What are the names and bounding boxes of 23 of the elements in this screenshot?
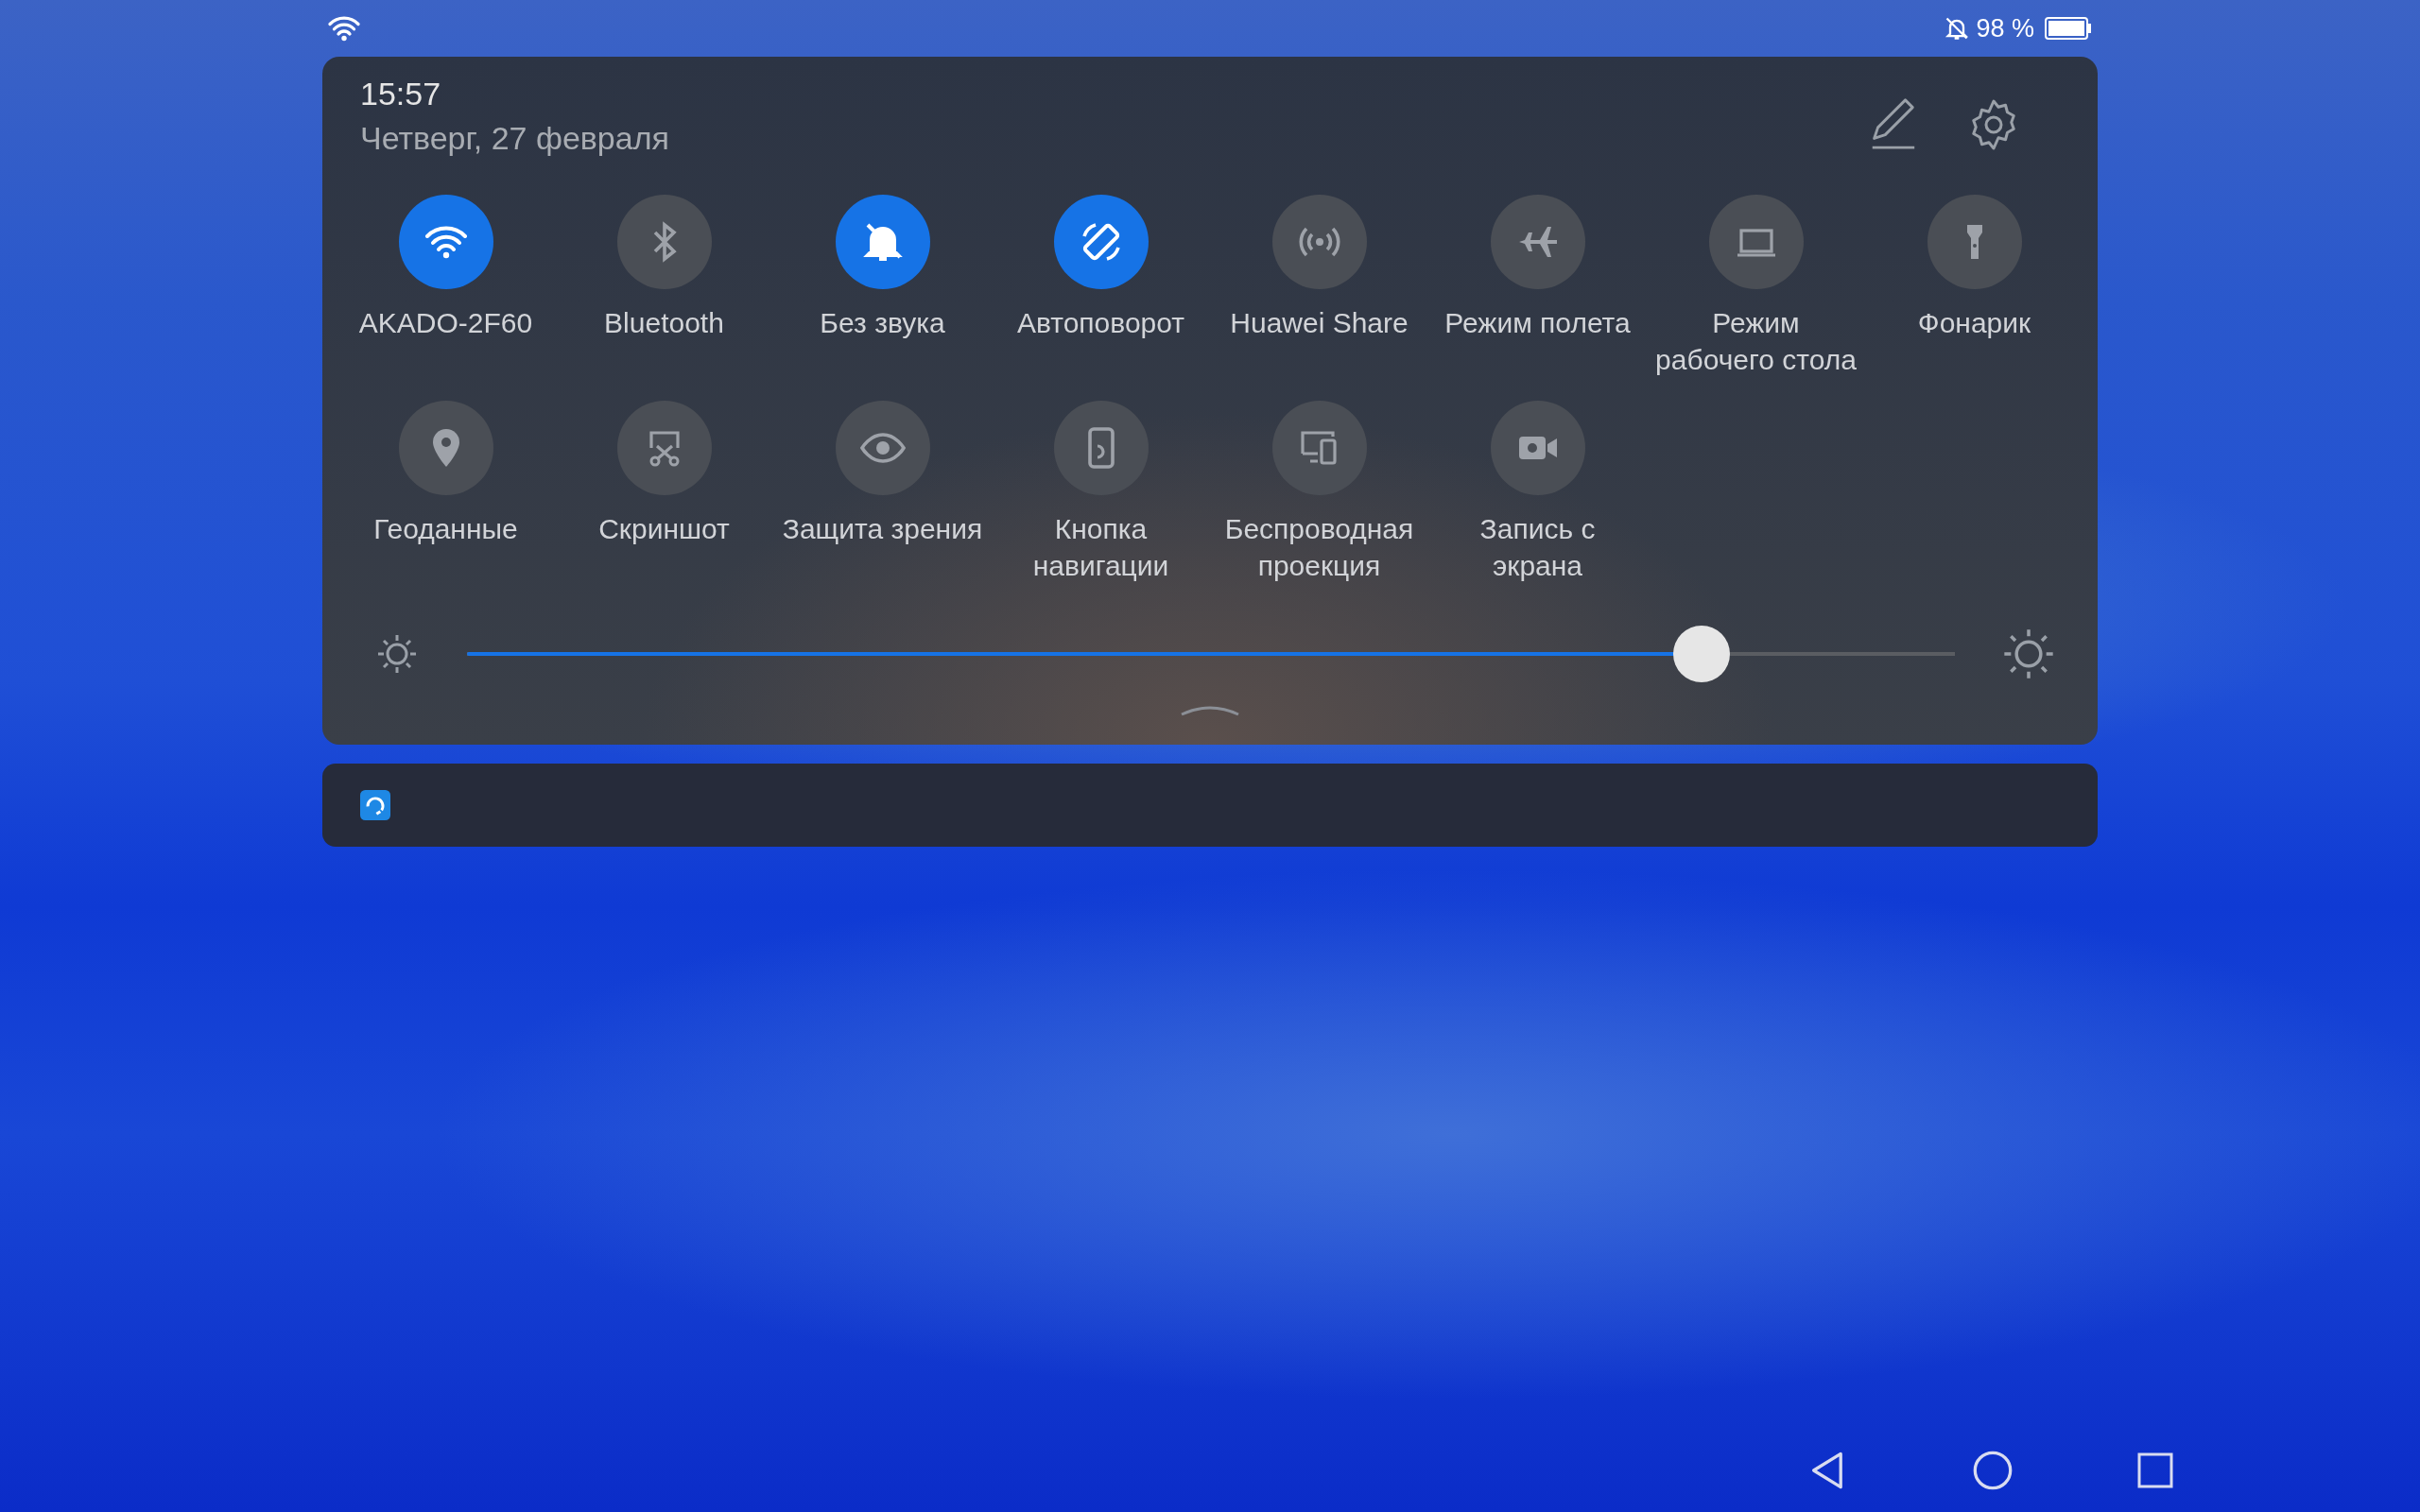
- battery-percentage: 98 %: [1976, 13, 2034, 43]
- app-icon: [360, 790, 390, 820]
- toggle-label: Геоданные: [373, 512, 518, 546]
- toggle-label: Скриншот: [598, 512, 730, 546]
- toggle-label: Запись с экрана: [1478, 512, 1597, 583]
- brightness-high-icon: [2002, 627, 2055, 680]
- clock-time: 15:57: [360, 76, 442, 112]
- home-icon[interactable]: [1972, 1450, 2014, 1491]
- date-text: Четверг, 27 февраля: [360, 120, 669, 157]
- toggle-label: Беспроводная проекция: [1223, 512, 1415, 583]
- toggle-label: Защита зрения: [782, 512, 983, 546]
- toggle-label: Автоповорот: [1016, 306, 1184, 340]
- toggle-label: Кнопка навигации: [1031, 512, 1170, 583]
- toggle-label: AKADO-2F60: [358, 306, 533, 340]
- toggle-label: Режим полета: [1444, 306, 1631, 340]
- recent-apps-icon[interactable]: [2136, 1452, 2174, 1489]
- wifi-icon: [327, 14, 361, 43]
- toggle-label: Режим рабочего стола: [1654, 306, 1858, 377]
- battery-icon: [2044, 17, 2093, 40]
- toggle-label: Bluetooth: [604, 306, 724, 340]
- toggle-label: Huawei Share: [1230, 306, 1409, 340]
- toggle-label: Фонарик: [1917, 306, 2031, 340]
- toggle-label: Без звука: [820, 306, 945, 340]
